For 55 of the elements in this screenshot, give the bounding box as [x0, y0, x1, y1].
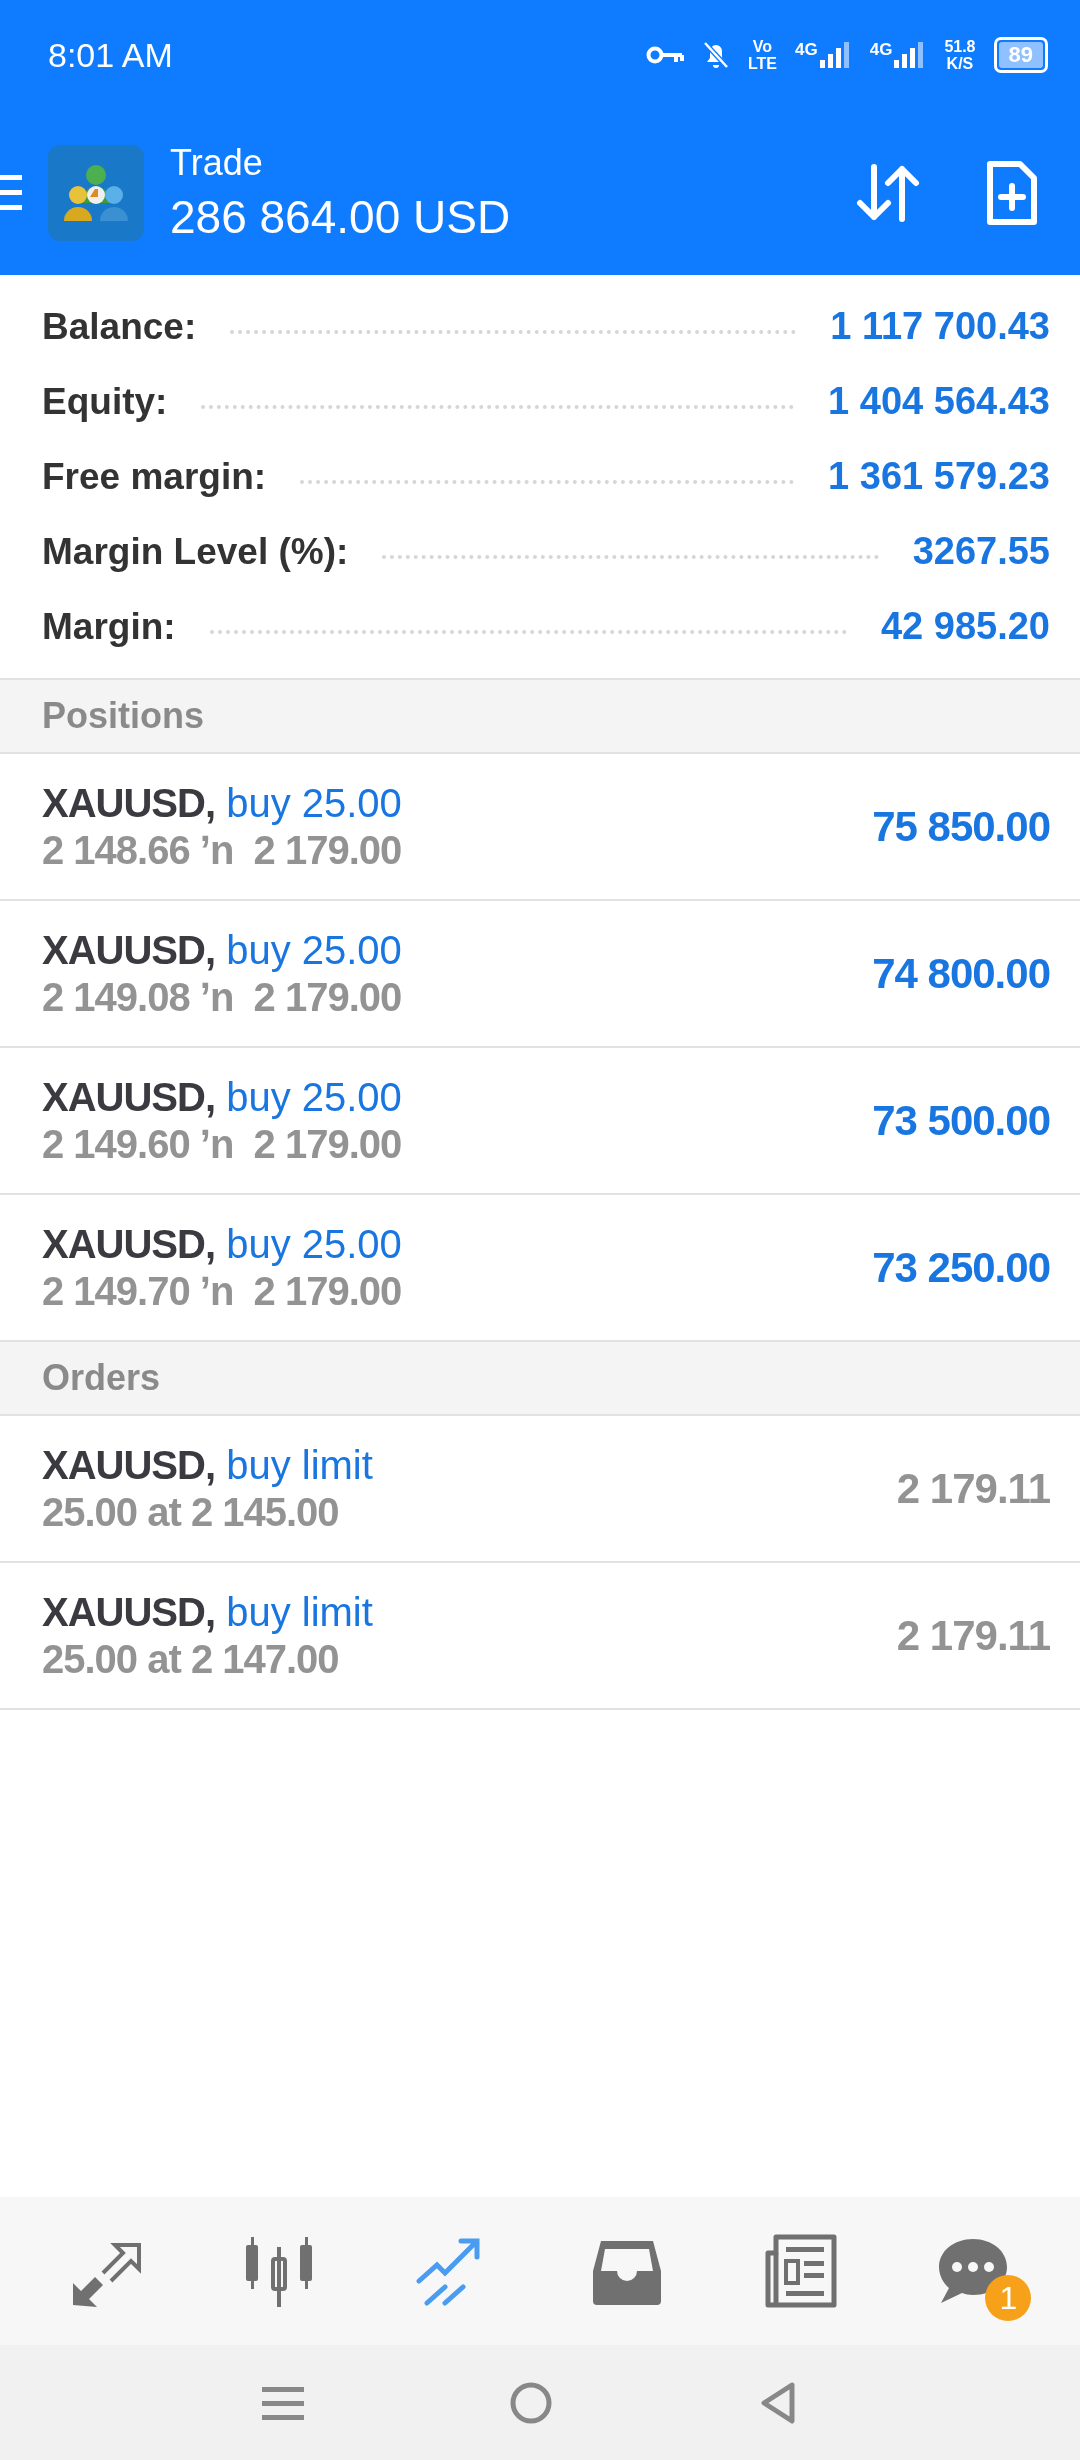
order-type-label: buy limit	[226, 1442, 373, 1487]
profit-value: 74 800.00	[872, 949, 1050, 998]
home-icon[interactable]	[509, 2380, 553, 2425]
symbol-label: XAUUSD,	[42, 1074, 216, 1119]
profit-value: 73 250.00	[872, 1243, 1050, 1292]
speed-label: 51.8 K/S	[944, 38, 976, 72]
trade-row[interactable]: XAUUSD, buy 25.00 2 149.60 ʼn 2 179.00 73 500.00	[0, 1048, 1080, 1195]
trade-row[interactable]: XAUUSD, buy limit 25.00 at 2 145.00 2 179.11	[0, 1416, 1080, 1563]
summary-label: Equity:	[42, 380, 168, 423]
volte-label: Vo LTE	[747, 38, 777, 72]
price-detail: 2 148.66 ʼn 2 179.00	[42, 827, 403, 873]
summary-value: 3267.55	[912, 530, 1050, 573]
symbol-label: XAUUSD,	[42, 780, 216, 825]
order-type-label: buy 25.00	[226, 1074, 402, 1119]
price-detail: 25.00 at 2 145.00	[42, 1489, 340, 1535]
recent-apps-icon[interactable]	[262, 2384, 305, 2421]
battery-icon: 89	[993, 37, 1048, 73]
price-detail: 2 149.08 ʼn 2 179.00	[42, 974, 403, 1020]
trade-row[interactable]: XAUUSD, buy 25.00 2 149.08 ʼn 2 179.00 74 800.00	[0, 901, 1080, 1048]
current-price: 2 179.11	[896, 1464, 1050, 1513]
price-detail: 25.00 at 2 147.00	[42, 1636, 340, 1682]
screen-title: Trade	[170, 141, 264, 184]
price-detail: 2 149.70 ʼn 2 179.00	[42, 1268, 403, 1314]
account-amount: 286 864.00 USD	[170, 189, 512, 244]
muted-bell-icon	[701, 40, 730, 70]
section-header: Orders	[0, 1342, 1080, 1416]
order-type-label: buy limit	[226, 1589, 373, 1634]
symbol-label: XAUUSD,	[42, 1589, 216, 1634]
summary-value: 1 404 564.43	[828, 380, 1050, 423]
profit-value: 75 850.00	[872, 802, 1050, 851]
order-type-label: buy 25.00	[226, 1221, 402, 1266]
profit-value: 73 500.00	[872, 1096, 1050, 1145]
app-logo-icon[interactable]	[48, 144, 144, 241]
symbol-label: XAUUSD,	[42, 1442, 216, 1487]
network-label: 4G	[869, 40, 893, 60]
order-type-label: buy 25.00	[226, 927, 402, 972]
symbol-label: XAUUSD,	[42, 1221, 216, 1266]
summary-value: 42 985.20	[880, 605, 1050, 648]
summary-value: 1 117 700.43	[830, 305, 1050, 348]
order-type-label: buy 25.00	[226, 780, 402, 825]
symbol-label: XAUUSD,	[42, 927, 216, 972]
summary-label: Margin Level (%):	[42, 530, 349, 573]
trade-row[interactable]: XAUUSD, buy 25.00 2 148.66 ʼn 2 179.00 75 850.00	[0, 754, 1080, 901]
summary-label: Margin:	[42, 605, 176, 648]
section-header: Positions	[0, 680, 1080, 754]
summary-value: 1 361 579.23	[828, 455, 1050, 498]
summary-label: Balance:	[42, 305, 197, 348]
status-time: 8:01 AM	[48, 35, 173, 75]
current-price: 2 179.11	[896, 1611, 1050, 1660]
price-detail: 2 149.60 ʼn 2 179.00	[42, 1121, 403, 1167]
summary-label: Free margin:	[42, 455, 267, 498]
signal-icon	[817, 40, 852, 70]
network-label: 4G	[795, 40, 818, 60]
notification-badge: 1	[985, 2275, 1032, 2321]
trade-row[interactable]: XAUUSD, buy limit 25.00 at 2 147.00 2 179.11	[0, 1563, 1080, 1710]
